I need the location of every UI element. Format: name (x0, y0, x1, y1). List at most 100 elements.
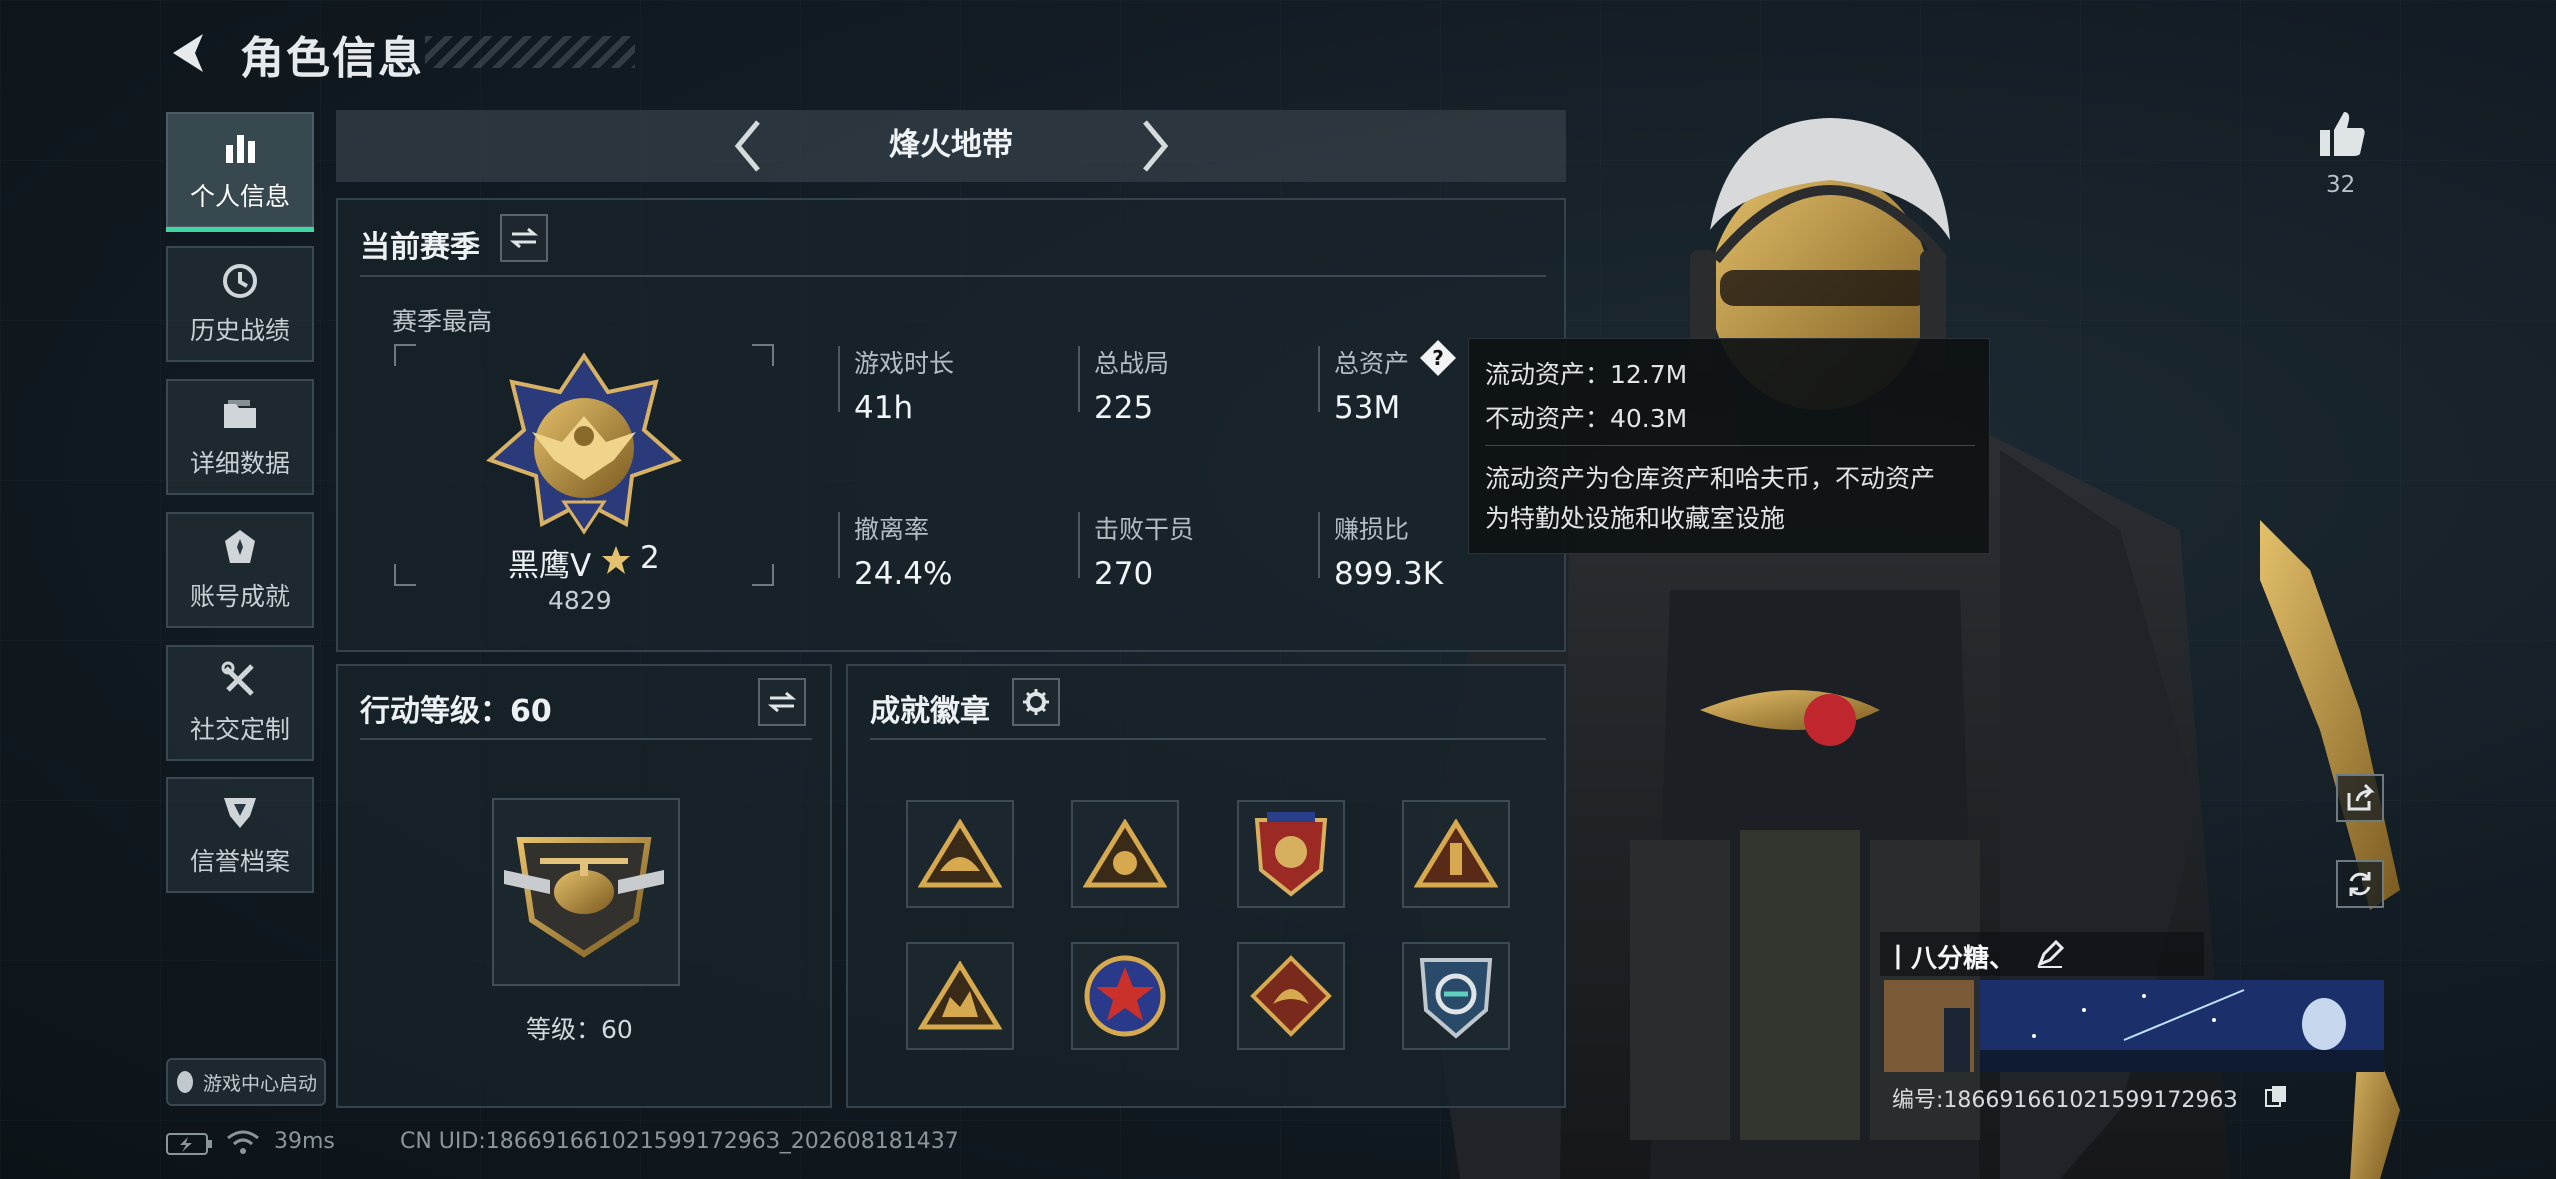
achievement-icon (225, 530, 255, 563)
tooltip-desc-1: 流动资产为仓库资产和哈夫币，不动资产 (1485, 464, 1936, 493)
badge-triangle-icon (1414, 819, 1498, 888)
action-level-title: 行动等级：60 (360, 694, 552, 729)
sidebar-item-label: 社交定制 (189, 715, 290, 744)
folder-icon (224, 400, 256, 428)
level-text: 等级：60 (526, 1015, 633, 1044)
penguin-icon (176, 1071, 193, 1093)
season-divider (360, 275, 1546, 277)
like-count: 32 (2326, 172, 2356, 198)
stat-label-kills: 击败干员 (1094, 515, 1195, 544)
sidebar-item-history[interactable]: 历史战绩 (166, 246, 314, 362)
gear-icon (1023, 689, 1049, 715)
profile-banner (1884, 980, 2384, 1072)
action-level-switch-button[interactable] (758, 678, 806, 726)
stat-value-extract-rate: 24.4% (854, 556, 953, 592)
badge-slot-8[interactable] (1402, 942, 1510, 1050)
badge-slot-5[interactable] (906, 942, 1014, 1050)
mode-next-button[interactable] (1135, 116, 1175, 176)
sidebar-item-social[interactable]: 社交定制 (166, 645, 314, 761)
stat-label-playtime: 游戏时长 (854, 349, 955, 378)
season-switch-button[interactable] (500, 214, 548, 262)
stat-value-profit: 899.3K (1334, 556, 1444, 592)
title-decoration (425, 36, 635, 68)
player-name: 丨八分糖、 (1885, 944, 2016, 974)
help-icon[interactable]: ? (1418, 338, 1458, 378)
rank-emblem-icon (486, 352, 682, 535)
sidebar-item-achievements[interactable]: 账号成就 (166, 512, 314, 628)
sidebar-item-label: 账号成就 (189, 582, 290, 611)
mode-name: 烽火地带 (889, 127, 1013, 163)
badge-triangle-icon (918, 961, 1002, 1030)
action-divider (360, 738, 812, 740)
swap-icon (510, 227, 538, 249)
edit-icon[interactable] (2036, 940, 2064, 968)
refresh-button[interactable] (2336, 860, 2384, 908)
svg-text:?: ? (1432, 346, 1444, 370)
stat-separator (838, 346, 840, 412)
stat-label-profit: 赚损比 (1334, 515, 1410, 544)
season-best-label: 赛季最高 (392, 307, 493, 336)
badges-title: 成就徽章 (870, 694, 990, 729)
refresh-icon (2349, 872, 2371, 896)
tooltip-fixed: 不动资产：40.3M (1485, 404, 1688, 433)
stat-value-matches: 225 (1094, 390, 1154, 426)
back-button[interactable] (165, 28, 215, 78)
badge-slot-3[interactable] (1237, 800, 1345, 908)
bar-chart-icon (226, 135, 255, 163)
badge-triangle-icon (918, 819, 1002, 888)
badge-slot-7[interactable] (1237, 942, 1345, 1050)
page-title: 角色信息 (240, 33, 424, 84)
stat-value-kills: 270 (1094, 556, 1154, 592)
badge-eagle-shield-icon (1419, 958, 1493, 1039)
rank-stars: 2 (640, 540, 660, 576)
copy-icon[interactable] (2264, 1084, 2288, 1108)
sidebar-item-credit[interactable]: 信誉档案 (166, 777, 314, 893)
assets-tooltip: 流动资产：12.7M 不动资产：40.3M 流动资产为仓库资产和哈夫币，不动资产… (1468, 338, 1990, 554)
stat-value-assets: 53M (1334, 390, 1401, 426)
stat-separator (1078, 346, 1080, 412)
player-id: 编号:18669166102159917296З (1892, 1088, 2238, 1113)
stat-label-matches: 总战局 (1094, 349, 1170, 378)
battery-icon (166, 1133, 212, 1155)
share-button[interactable] (2336, 774, 2384, 822)
stat-separator (1318, 512, 1320, 578)
stat-label-extract-rate: 撤离率 (854, 515, 930, 544)
tooltip-liquid: 流动资产：12.7M (1485, 360, 1688, 389)
badge-star-icon (1084, 955, 1166, 1037)
swap-icon (768, 691, 796, 713)
sidebar-item-detailed-data[interactable]: 详细数据 (166, 379, 314, 495)
badge-slot-1[interactable] (906, 800, 1014, 908)
rank-points: 4829 (548, 586, 612, 615)
stat-separator (1318, 346, 1320, 412)
helicopter-emblem-icon (504, 837, 664, 958)
badges-settings-button[interactable] (1012, 678, 1060, 726)
badge-slot-2[interactable] (1071, 800, 1179, 908)
wrench-icon (221, 661, 254, 696)
share-icon (2347, 783, 2375, 811)
clock-icon (223, 264, 257, 298)
tooltip-desc-2: 为特勤处设施和收藏室设施 (1485, 504, 1786, 533)
badge-dragon-icon (1250, 955, 1332, 1037)
badge-slot-4[interactable] (1402, 800, 1510, 908)
sidebar-item-label: 详细数据 (189, 449, 290, 478)
sidebar-item-label: 信誉档案 (189, 847, 290, 876)
rank-name: 黑鹰Ⅴ (508, 548, 592, 584)
badge-shield-icon (1254, 812, 1328, 897)
game-center-launch-button[interactable]: 游戏中心启动 (166, 1058, 326, 1106)
stat-label-assets: 总资产 (1334, 349, 1410, 378)
badge-slot-6[interactable] (1071, 942, 1179, 1050)
sidebar-item-personal-info[interactable]: 个人信息 (166, 112, 314, 232)
shield-icon (224, 798, 256, 828)
sidebar-item-label: 个人信息 (189, 182, 290, 211)
badges-divider (870, 738, 1546, 740)
tooltip-divider (1485, 445, 1975, 446)
ping-text: 39ms (274, 1129, 335, 1154)
stat-separator (838, 512, 840, 578)
stat-separator (1078, 512, 1080, 578)
stat-value-playtime: 41h (854, 390, 914, 426)
launch-label: 游戏中心启动 (202, 1072, 317, 1095)
like-button[interactable] (2316, 108, 2368, 160)
wifi-icon (227, 1130, 259, 1154)
badge-triangle-icon (1083, 819, 1167, 888)
star-icon (602, 546, 630, 574)
